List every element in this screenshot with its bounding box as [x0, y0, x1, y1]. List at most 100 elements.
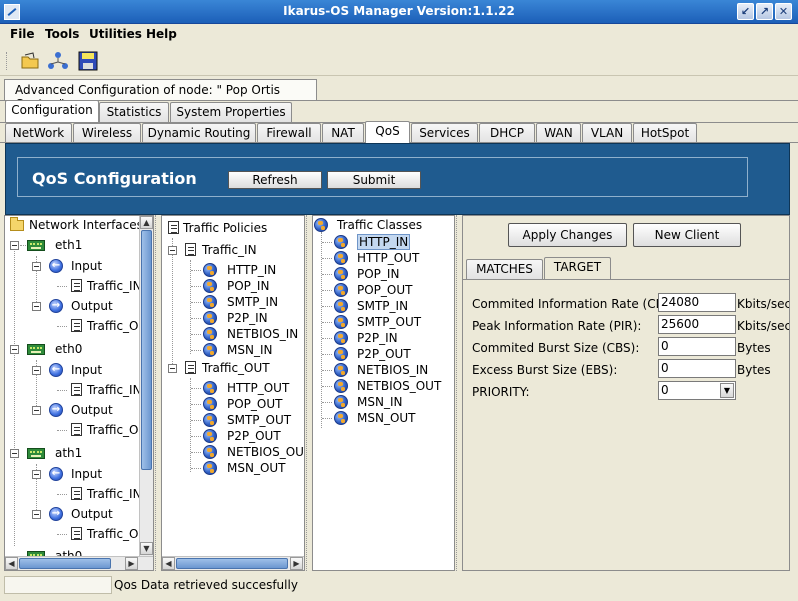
scroll-right-button[interactable]: ▶ — [290, 557, 303, 570]
tab-dynamic-routing[interactable]: Dynamic Routing — [142, 123, 256, 143]
tab-hotspot[interactable]: HotSpot — [633, 123, 697, 143]
network-icon[interactable] — [48, 51, 68, 71]
interfaces-pane: Network Interfaces eth1 ← Input Traffic_… — [4, 215, 154, 571]
scroll-up-button[interactable]: ▲ — [140, 216, 153, 229]
menu-utilities[interactable]: Utilities — [89, 27, 142, 41]
refresh-button[interactable]: Refresh — [228, 171, 322, 189]
collapse-toggle[interactable] — [10, 449, 19, 458]
priority-select[interactable]: 0 ▼ — [658, 381, 736, 400]
globe-icon — [334, 267, 348, 281]
collapse-toggle[interactable] — [168, 246, 177, 255]
tab-statistics[interactable]: Statistics — [99, 102, 169, 122]
globe-icon — [334, 235, 348, 249]
globe-icon — [203, 445, 217, 459]
tab-vlan[interactable]: VLAN — [582, 123, 632, 143]
scroll-left-button[interactable]: ◀ — [162, 557, 175, 570]
pir-unit: Kbits/sec — [737, 319, 790, 333]
tree-node-ath1[interactable]: ath1 — [5, 444, 145, 462]
tree-node-ath1-traffic-in[interactable]: Traffic_IN — [5, 485, 145, 503]
menu-bar: File Tools Utilities Help — [0, 24, 798, 46]
policies-hscrollbar[interactable]: ◀ ▶ — [162, 556, 304, 570]
cbs-input[interactable]: 0 — [658, 337, 736, 356]
new-client-button[interactable]: New Client — [633, 223, 741, 247]
tab-system-properties[interactable]: System Properties — [170, 102, 292, 122]
tree-node-ath1-input[interactable]: ← Input — [5, 465, 145, 483]
collapse-toggle[interactable] — [32, 470, 41, 479]
apply-changes-button[interactable]: Apply Changes — [508, 223, 627, 247]
cir-label: Commited Information Rate (CIR): — [472, 297, 677, 311]
ebs-unit: Bytes — [737, 363, 771, 377]
close-button[interactable]: ✕ — [775, 3, 792, 20]
tab-target[interactable]: TARGET — [544, 257, 611, 279]
collapse-toggle[interactable] — [32, 366, 41, 375]
tree-node-eth0-output[interactable]: → Output — [5, 401, 145, 419]
tree-leaf-msn-in[interactable]: MSN_IN — [162, 341, 302, 359]
tree-leaf-msn-out[interactable]: MSN_OUT — [313, 409, 453, 427]
scroll-thumb[interactable] — [19, 558, 111, 569]
tab-network[interactable]: NetWork — [5, 123, 72, 143]
tab-dhcp[interactable]: DHCP — [479, 123, 535, 143]
interfaces-vscrollbar[interactable]: ▲ ▼ — [139, 216, 153, 556]
globe-icon — [334, 347, 348, 361]
maximize-button[interactable]: ↗ — [756, 3, 773, 20]
tab-configuration[interactable]: Configuration — [5, 100, 99, 122]
ebs-input[interactable]: 0 — [658, 359, 736, 378]
cir-input[interactable]: 24080 — [658, 293, 736, 312]
save-disk-icon[interactable] — [78, 51, 98, 71]
open-folder-icon[interactable] — [20, 51, 40, 71]
tree-node-eth1-output[interactable]: → Output — [5, 297, 145, 315]
globe-icon — [334, 251, 348, 265]
chevron-down-icon[interactable]: ▼ — [720, 383, 734, 398]
collapse-toggle[interactable] — [32, 302, 41, 311]
menu-tools[interactable]: Tools — [45, 27, 79, 41]
toolbar-grip[interactable] — [6, 52, 9, 70]
globe-icon — [334, 283, 348, 297]
tree-node-traffic-in[interactable]: Traffic_IN — [162, 241, 302, 259]
tree-node-eth0-input[interactable]: ← Input — [5, 361, 145, 379]
tree-node-eth1-traffic-out[interactable]: Traffic_OUT — [5, 317, 153, 335]
tree-root-traffic-classes[interactable]: Traffic Classes — [313, 216, 453, 234]
tree-node-traffic-out[interactable]: Traffic_OUT — [162, 359, 302, 377]
tab-services[interactable]: Services — [411, 123, 478, 143]
tree-node-eth0[interactable]: eth0 — [5, 340, 145, 358]
globe-icon — [203, 381, 217, 395]
collapse-toggle[interactable] — [10, 345, 19, 354]
submit-button[interactable]: Submit — [327, 171, 421, 189]
scroll-left-button[interactable]: ◀ — [5, 557, 18, 570]
minimize-button[interactable]: ↙ — [737, 3, 754, 20]
tree-node-eth1[interactable]: eth1 — [5, 236, 145, 254]
globe-icon — [334, 315, 348, 329]
interfaces-hscrollbar[interactable]: ◀ ▶ — [5, 556, 153, 570]
scroll-thumb[interactable] — [141, 230, 152, 470]
tab-wan[interactable]: WAN — [536, 123, 581, 143]
tree-root-network-interfaces[interactable]: Network Interfaces — [7, 216, 147, 234]
menu-file[interactable]: File — [10, 27, 35, 41]
scroll-thumb[interactable] — [176, 558, 288, 569]
scroll-down-button[interactable]: ▼ — [140, 542, 153, 555]
tab-wireless[interactable]: Wireless — [73, 123, 141, 143]
collapse-toggle[interactable] — [10, 241, 19, 250]
tree-leaf-msn-out[interactable]: MSN_OUT — [162, 459, 302, 477]
globe-icon — [203, 327, 217, 341]
tree-node-ath1-traffic-out[interactable]: Traffic_OUT — [5, 525, 153, 543]
tree-node-eth0-traffic-out[interactable]: Traffic_OUT — [5, 421, 153, 439]
tree-node-ath1-output[interactable]: → Output — [5, 505, 145, 523]
globe-icon — [334, 395, 348, 409]
collapse-toggle[interactable] — [32, 262, 41, 271]
collapse-toggle[interactable] — [168, 364, 177, 373]
policy-document-icon — [71, 319, 82, 332]
tree-node-eth0-traffic-in[interactable]: Traffic_IN — [5, 381, 145, 399]
globe-icon — [203, 295, 217, 309]
collapse-toggle[interactable] — [32, 406, 41, 415]
tab-firewall[interactable]: Firewall — [257, 123, 321, 143]
tab-matches[interactable]: MATCHES — [466, 259, 543, 279]
pir-input[interactable]: 25600 — [658, 315, 736, 334]
menu-help[interactable]: Help — [146, 27, 177, 41]
scroll-right-button[interactable]: ▶ — [125, 557, 138, 570]
tree-node-eth1-input[interactable]: ← Input — [5, 257, 145, 275]
tab-nat[interactable]: NAT — [322, 123, 364, 143]
tree-node-eth1-traffic-in[interactable]: Traffic_IN — [5, 277, 145, 295]
tree-root-traffic-policies[interactable]: Traffic Policies — [164, 219, 294, 237]
collapse-toggle[interactable] — [32, 510, 41, 519]
tab-qos[interactable]: QoS — [365, 121, 410, 143]
